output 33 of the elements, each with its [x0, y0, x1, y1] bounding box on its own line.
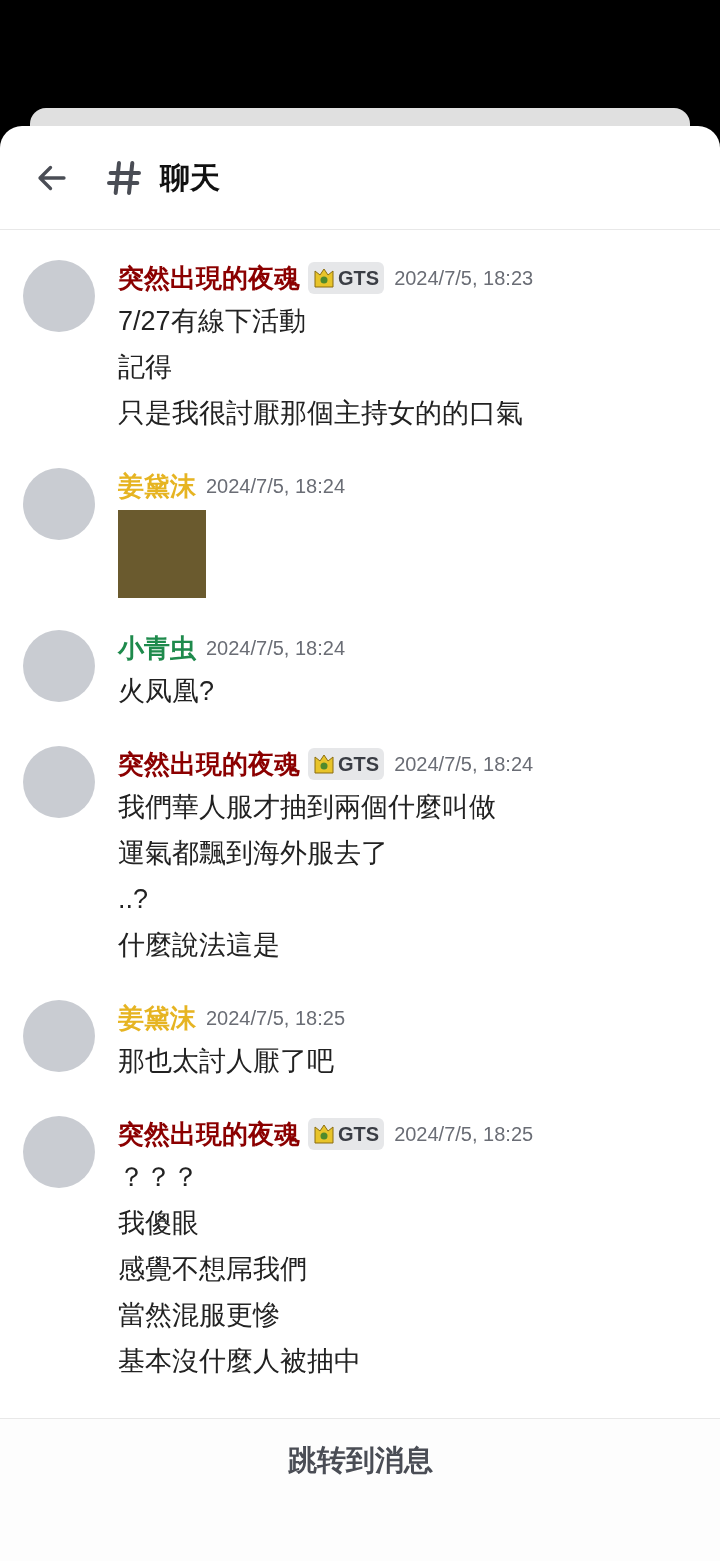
message-line: ？？？ — [118, 1161, 200, 1194]
timestamp: 2024/7/5, 18:25 — [206, 1006, 345, 1031]
message-line: 7/27有線下活動 — [118, 305, 307, 338]
crown-icon — [313, 1123, 335, 1145]
timestamp: 2024/7/5, 18:24 — [206, 474, 345, 499]
message-line: 我傻眼 — [118, 1207, 200, 1240]
channel-title: 聊天 — [160, 160, 220, 196]
message-line: 只是我很討厭那個主持女的的口氣 — [118, 397, 524, 430]
message-line: 我們華人服才抽到兩個什麼叫做 — [118, 791, 497, 824]
timestamp: 2024/7/5, 18:25 — [394, 1122, 534, 1147]
message-line: ..? — [118, 883, 150, 916]
message-line: 當然混服更慘 — [118, 1299, 281, 1332]
message-line: 運氣都飄到海外服去了 — [118, 837, 389, 870]
author-name[interactable]: 突然出現的夜魂 — [118, 744, 300, 784]
crown-icon — [313, 753, 335, 775]
author-name[interactable]: 突然出現的夜魂 — [118, 1114, 300, 1154]
author-name[interactable]: 突然出現的夜魂 — [118, 258, 300, 298]
role-tag-label: GTS — [338, 1122, 380, 1147]
message-line: 那也太討人厭了吧 — [118, 1045, 335, 1078]
timestamp: 2024/7/5, 18:23 — [394, 266, 534, 291]
author-name[interactable]: 小青虫 — [118, 628, 196, 668]
role-tag-label: GTS — [338, 266, 380, 291]
sticker-placeholder[interactable] — [118, 510, 206, 598]
role-tag-label: GTS — [338, 752, 380, 777]
message-line: 火凤凰? — [118, 675, 216, 708]
message-line: 感覺不想屌我們 — [118, 1253, 308, 1286]
crown-icon — [313, 267, 335, 289]
timestamp: 2024/7/5, 18:24 — [394, 752, 534, 777]
message-line: 什麼說法這是 — [118, 929, 281, 962]
jump-to-message-button[interactable]: 跳转到消息 — [271, 1439, 449, 1483]
timestamp: 2024/7/5, 18:24 — [206, 636, 345, 661]
message-line: 基本沒什麼人被抽中 — [118, 1345, 362, 1378]
message-line: 記得 — [118, 351, 173, 384]
